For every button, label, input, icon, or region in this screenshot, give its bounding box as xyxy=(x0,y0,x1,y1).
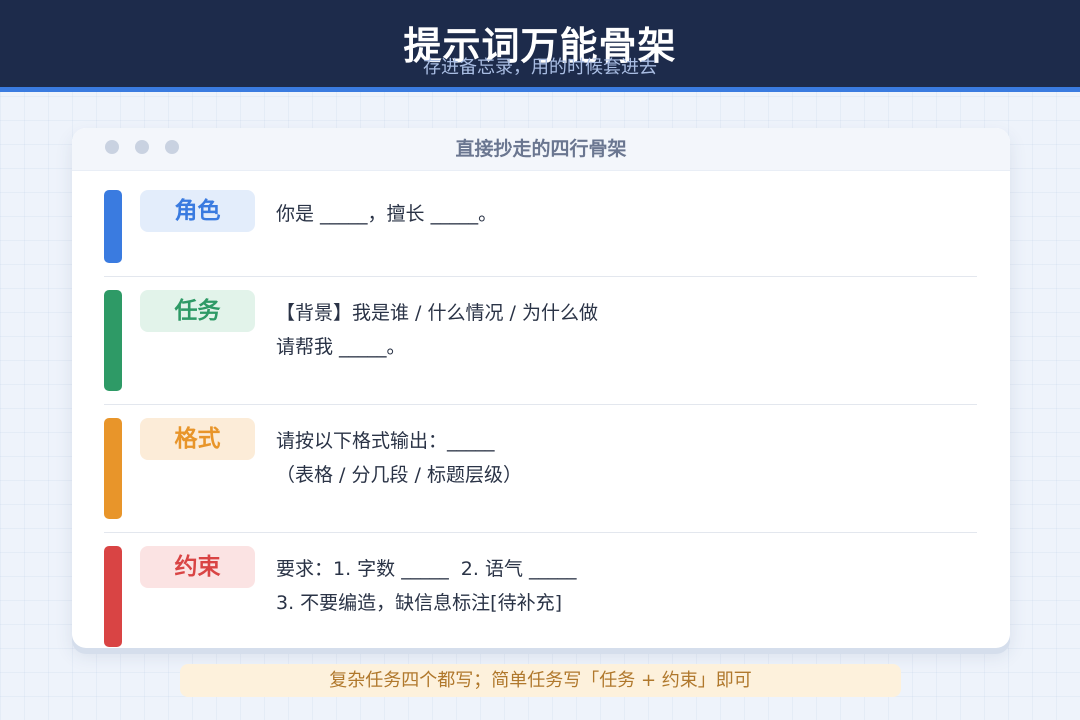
row-content: 要求：1. 字数 _____ 2. 语气 _____ 3. 不要编造，缺信息标注… xyxy=(276,552,577,620)
tag-role: 角色 xyxy=(140,190,255,232)
tag-format: 格式 xyxy=(140,418,255,460)
content-line: 请按以下格式输出：_____ xyxy=(276,430,495,452)
row-content: 请按以下格式输出：_____ （表格 / 分几段 / 标题层级） xyxy=(276,424,522,492)
row-task: 任务 【背景】我是谁 / 什么情况 / 为什么做 请帮我 _____。 xyxy=(72,277,1010,405)
content-line: 请帮我 _____。 xyxy=(276,336,406,358)
accent-bar xyxy=(104,546,122,647)
row-format: 格式 请按以下格式输出：_____ （表格 / 分几段 / 标题层级） xyxy=(72,405,1010,533)
accent-bar xyxy=(104,290,122,391)
skeleton-card: 直接抄走的四行骨架 角色 你是 _____，擅长 _____。 任务 【背景】我… xyxy=(72,128,1010,648)
accent-bar xyxy=(104,418,122,519)
footer-tip: 复杂任务四个都写；简单任务写「任务 + 约束」即可 xyxy=(180,664,901,697)
content-line: 要求：1. 字数 _____ 2. 语气 _____ xyxy=(276,558,577,580)
accent-bar xyxy=(104,190,122,263)
page-subtitle: 存进备忘录，用的时候套进去 xyxy=(423,57,657,78)
content-line: （表格 / 分几段 / 标题层级） xyxy=(276,464,522,486)
tag-constraint: 约束 xyxy=(140,546,255,588)
header-banner: 提示词万能骨架 存进备忘录，用的时候套进去 xyxy=(0,0,1080,92)
tag-task: 任务 xyxy=(140,290,255,332)
content-line: 【背景】我是谁 / 什么情况 / 为什么做 xyxy=(276,302,598,324)
row-constraint: 约束 要求：1. 字数 _____ 2. 语气 _____ 3. 不要编造，缺信… xyxy=(72,533,1010,648)
row-content: 你是 _____，擅长 _____。 xyxy=(276,197,497,231)
row-role: 角色 你是 _____，擅长 _____。 xyxy=(72,171,1010,277)
card-title: 直接抄走的四行骨架 xyxy=(455,138,627,160)
content-line: 3. 不要编造，缺信息标注[待补充] xyxy=(276,592,562,614)
content-line: 你是 _____，擅长 _____。 xyxy=(276,203,498,225)
card-title-bar: 直接抄走的四行骨架 xyxy=(72,128,1010,171)
row-content: 【背景】我是谁 / 什么情况 / 为什么做 请帮我 _____。 xyxy=(276,296,598,364)
